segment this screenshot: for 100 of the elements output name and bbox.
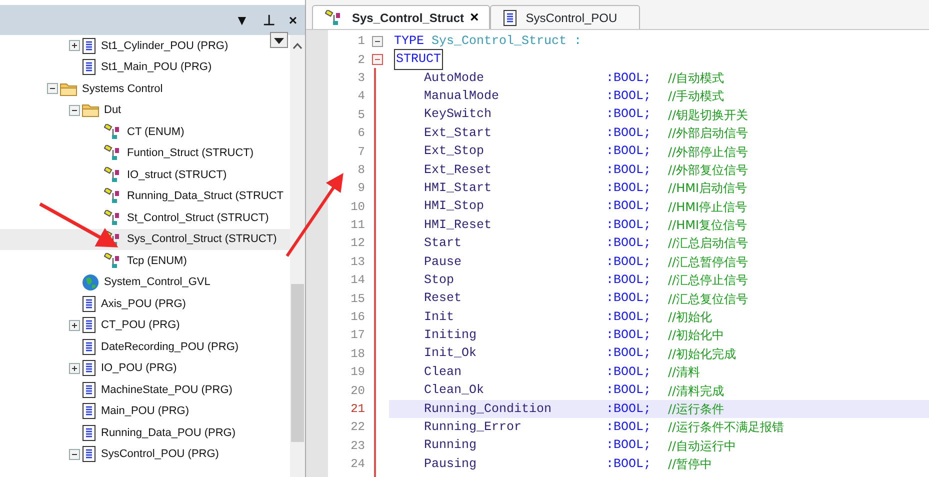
code-comment: //初始化 — [668, 309, 712, 326]
field-name: Clean — [423, 364, 463, 381]
tree-item[interactable]: Axis_POU (PRG) — [0, 293, 290, 314]
line-number: 3 — [356, 70, 365, 87]
tree-item[interactable]: SysControl_POU (PRG) — [0, 444, 290, 465]
document-icon — [82, 360, 96, 376]
field-type: :BOOL; — [606, 345, 652, 362]
globe-icon — [82, 274, 99, 291]
expand-icon[interactable] — [69, 40, 80, 52]
type-name: Sys_Control_Struct — [432, 32, 567, 50]
data-type-icon — [104, 188, 122, 204]
tree-item[interactable]: Systems Control — [0, 78, 290, 100]
field-name: KeySwitch — [423, 106, 493, 124]
scrollbar-thumb[interactable] — [291, 284, 304, 442]
field-type: :BOOL; — [606, 198, 652, 216]
field-type: :BOOL; — [606, 456, 652, 473]
line-number: 24 — [350, 456, 365, 474]
code-comment: //钥匙切换开关 — [668, 106, 748, 124]
tree-item[interactable]: Funtion_Struct (STRUCT) — [0, 142, 290, 164]
collapse-icon[interactable] — [372, 36, 382, 47]
field-name: Stop — [423, 272, 456, 289]
tree-item[interactable]: St1_Main_POU (PRG) — [0, 56, 290, 78]
document-icon — [82, 59, 96, 76]
document-icon — [82, 382, 96, 398]
line-number: 9 — [356, 180, 365, 198]
line-number: 23 — [350, 438, 365, 455]
field-type: :BOOL; — [606, 143, 652, 160]
field-type: :BOOL; — [606, 106, 652, 124]
field-name: HMI_Stop — [423, 198, 486, 216]
folder-icon — [60, 82, 77, 96]
editor-tab[interactable]: SysControl_POU — [490, 5, 640, 29]
code-comment: //汇总暂停信号 — [668, 254, 748, 271]
collapse-icon[interactable] — [47, 83, 58, 94]
tree-item[interactable]: St1_Cylinder_POU (PRG) — [0, 35, 290, 56]
document-icon — [82, 424, 96, 441]
field-name: HMI_Reset — [423, 216, 493, 234]
code-comment: //汇总停止信号 — [668, 272, 748, 290]
tree-item[interactable]: Dut — [0, 100, 290, 121]
tree-item[interactable]: Tcp (ENUM) — [0, 250, 290, 272]
field-name: Running_Condition — [423, 400, 553, 418]
tree-item[interactable]: Sys_Control_Struct (STRUCT) — [0, 228, 290, 250]
line-number: 22 — [350, 419, 365, 436]
document-icon — [82, 317, 96, 334]
document-icon — [82, 38, 96, 54]
field-name: Reset — [423, 290, 463, 308]
field-name: Ext_Stop — [423, 143, 486, 160]
code-comment: //清料完成 — [668, 382, 724, 400]
tree-item[interactable]: IO_struct (STRUCT) — [0, 164, 290, 186]
field-name: Init_Ok — [423, 345, 478, 362]
field-name: Running_Error — [423, 419, 523, 436]
tree-item[interactable]: CT (ENUM) — [0, 121, 290, 142]
tree-item[interactable]: IO_POU (PRG) — [0, 358, 290, 379]
document-icon — [502, 10, 517, 26]
tree-item[interactable]: St_Control_Struct (STRUCT) — [0, 207, 290, 228]
line-number: 2 — [356, 52, 365, 69]
field-name: Start — [423, 235, 463, 252]
collapse-icon[interactable] — [69, 448, 80, 460]
field-type: :BOOL; — [606, 400, 652, 418]
code-comment: //自动运行中 — [668, 438, 736, 455]
folder-icon — [82, 103, 99, 118]
tree-item[interactable]: DateRecording_POU (PRG) — [0, 336, 290, 358]
tree-item[interactable]: MachineState_POU (PRG) — [0, 379, 290, 400]
line-number: 11 — [350, 217, 365, 234]
field-name: Initing — [423, 327, 478, 344]
code-comment: //自动模式 — [668, 70, 724, 87]
field-type: :BOOL; — [606, 254, 652, 271]
data-type-icon — [104, 210, 122, 226]
line-number: 5 — [356, 106, 365, 124]
line-number: 19 — [350, 364, 365, 382]
field-type: :BOOL; — [606, 419, 652, 436]
tree-item[interactable]: Running_Data_Struct (STRUCT — [0, 186, 290, 207]
collapse-icon[interactable] — [69, 104, 80, 116]
data-type-icon — [104, 124, 122, 140]
line-number: 14 — [350, 272, 365, 290]
field-name: Init — [423, 308, 456, 326]
editor-tab[interactable]: Sys_Control_Struct × — [312, 5, 490, 29]
field-type: :BOOL; — [606, 70, 652, 87]
data-type-icon — [104, 166, 122, 183]
field-name: ManualMode — [423, 88, 500, 105]
code-comment: //初始化中 — [668, 327, 724, 344]
line-number: 10 — [350, 198, 365, 216]
code-keyword: STRUCT — [394, 49, 444, 70]
field-type: :BOOL; — [606, 216, 652, 234]
line-number: 21 — [350, 401, 365, 418]
field-name: Ext_Start — [423, 124, 493, 142]
field-type: :BOOL; — [606, 382, 652, 400]
data-type-icon — [104, 231, 122, 248]
tree-item[interactable]: Running_Data_POU (PRG) — [0, 422, 290, 444]
field-name: Ext_Reset — [423, 162, 493, 179]
tree-item[interactable]: System_Control_GVL — [0, 272, 290, 293]
tree-item[interactable]: Main_POU (PRG) — [0, 400, 290, 422]
code-comment: //外部复位信号 — [668, 162, 748, 179]
tree-item[interactable]: CT_POU (PRG) — [0, 314, 290, 336]
expand-icon[interactable] — [69, 362, 80, 374]
document-icon — [82, 296, 96, 312]
code-comment: //清料 — [668, 364, 700, 382]
expand-icon[interactable] — [69, 320, 80, 331]
field-name: HMI_Start — [423, 180, 493, 197]
field-type: :BOOL; — [606, 308, 652, 326]
field-type: :BOOL; — [606, 437, 652, 454]
